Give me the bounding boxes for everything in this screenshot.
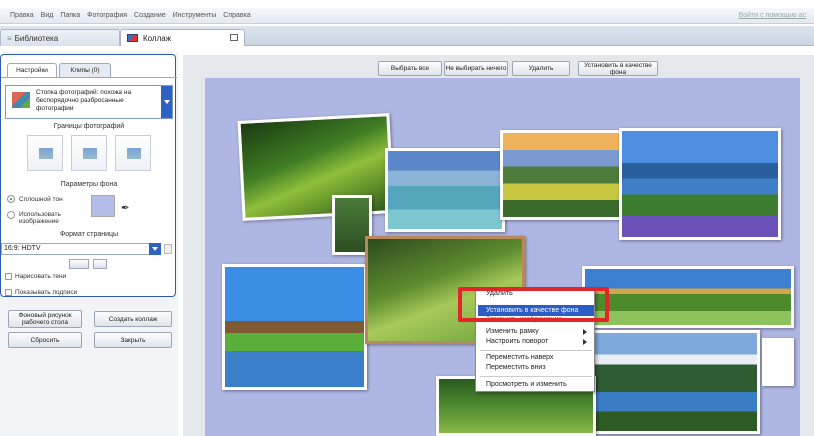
highlight-annotation-box <box>458 287 609 322</box>
solid-color-radio[interactable] <box>7 195 15 203</box>
chevron-down-icon[interactable] <box>161 86 172 118</box>
menu-edit[interactable]: Правка <box>10 12 34 19</box>
chevron-down-icon[interactable] <box>149 243 161 255</box>
photo-pile-icon <box>12 92 30 108</box>
eyedropper-icon[interactable]: ✒ <box>121 203 129 214</box>
photo-flower-valley[interactable] <box>500 130 626 220</box>
border-white-button[interactable] <box>71 135 107 171</box>
tab-clips[interactable]: Клипы (0) <box>59 63 111 77</box>
picasa-collage-window: Правка Вид Папка Фотография Создание Инс… <box>0 0 814 436</box>
collage-type-label: Стопка фотографий: похожа на беспорядочн… <box>36 89 132 112</box>
tab-library-label: Библиотека <box>14 33 59 43</box>
picture-icon <box>127 148 141 159</box>
bg-params-title: Параметры фона <box>60 181 118 188</box>
select-none-button[interactable]: Не выбирать ничего <box>444 61 508 76</box>
delete-button[interactable]: Удалить <box>512 61 570 76</box>
photo-white-edge[interactable] <box>762 338 794 386</box>
use-image-radio[interactable] <box>7 211 15 219</box>
create-collage-button[interactable]: Создать коллаж <box>94 311 172 327</box>
close-button[interactable]: Закрыть <box>94 332 172 348</box>
photo-tree-meadow[interactable] <box>582 266 794 328</box>
page-format-title: Формат страницы <box>59 231 119 238</box>
picture-icon <box>39 148 53 159</box>
sign-in-link[interactable]: Войти с помощью ac <box>739 12 806 19</box>
menu-folder[interactable]: Папка <box>60 12 80 19</box>
chevron-right-icon <box>583 339 590 345</box>
tab-library[interactable]: ≡ Библиотека <box>0 29 120 46</box>
close-tab-icon[interactable] <box>230 34 238 41</box>
chevron-right-icon <box>583 329 590 335</box>
photo-snowy-mountain[interactable] <box>592 330 760 434</box>
menu-bar: Правка Вид Папка Фотография Создание Инс… <box>0 8 814 24</box>
ctx-rotation[interactable]: Настроить поворот <box>486 338 548 345</box>
ctx-view-edit[interactable]: Просмотреть и изменить <box>486 381 567 388</box>
collage-type-select[interactable]: Стопка фотографий: похожа на беспорядочн… <box>5 85 173 119</box>
menu-tools[interactable]: Инструменты <box>173 12 217 19</box>
library-icon: ≡ <box>7 33 12 43</box>
photo-lake-lupines[interactable] <box>619 128 781 240</box>
ctx-change-frame[interactable]: Изменить рамку <box>486 328 539 335</box>
photo-house-lake[interactable] <box>222 264 367 390</box>
tab-collage-label: Коллаж <box>143 33 172 43</box>
show-captions-checkbox[interactable] <box>5 289 12 296</box>
landscape-button[interactable] <box>69 259 89 269</box>
ctx-move-bottom[interactable]: Переместить вниз <box>486 364 546 371</box>
portrait-button[interactable] <box>93 259 107 269</box>
bg-color-swatch[interactable] <box>91 195 115 217</box>
select-all-button[interactable]: Выбрать все <box>378 61 442 76</box>
format-options-button[interactable] <box>164 244 172 254</box>
tab-divider <box>1 77 177 78</box>
ctx-separator <box>480 350 592 351</box>
draw-shadows-checkbox[interactable] <box>5 273 12 280</box>
collage-icon <box>127 34 138 42</box>
desktop-background-button[interactable]: Фоновый рисунок рабочего стола <box>8 310 82 328</box>
menu-create[interactable]: Создание <box>134 12 166 19</box>
tab-settings[interactable]: Настройки <box>7 63 57 77</box>
draw-shadows-label: Нарисовать тени <box>15 273 67 280</box>
solid-color-label: Сплошной тон <box>19 196 63 203</box>
tab-bar: ≡ Библиотека Коллаж <box>0 26 814 46</box>
border-none-button[interactable] <box>27 135 63 171</box>
use-image-label: Использовать изображение <box>19 211 61 225</box>
menu-view[interactable]: Вид <box>41 12 54 19</box>
ctx-separator <box>480 376 592 377</box>
reset-button[interactable]: Сбросить <box>8 332 82 348</box>
tab-collage[interactable]: Коллаж <box>120 29 245 46</box>
border-polaroid-button[interactable] <box>115 135 151 171</box>
show-captions-label: Показывать подписи <box>15 289 78 296</box>
menu-help[interactable]: Справка <box>223 12 250 19</box>
collage-settings-panel: Настройки Клипы (0) Стопка фотографий: п… <box>0 52 178 436</box>
ctx-move-top[interactable]: Переместить наверх <box>486 354 553 361</box>
picture-icon <box>83 148 97 159</box>
page-format-select[interactable]: 16:9: HDTV <box>1 243 159 255</box>
set-background-button[interactable]: Установить в качестве фона <box>578 61 658 76</box>
photo-mountain-lake[interactable] <box>385 148 505 232</box>
menu-photo[interactable]: Фотография <box>87 12 127 19</box>
settings-tab-container: Настройки Клипы (0) Стопка фотографий: п… <box>0 54 177 297</box>
photo-borders-title: Границы фотографий <box>53 123 125 130</box>
